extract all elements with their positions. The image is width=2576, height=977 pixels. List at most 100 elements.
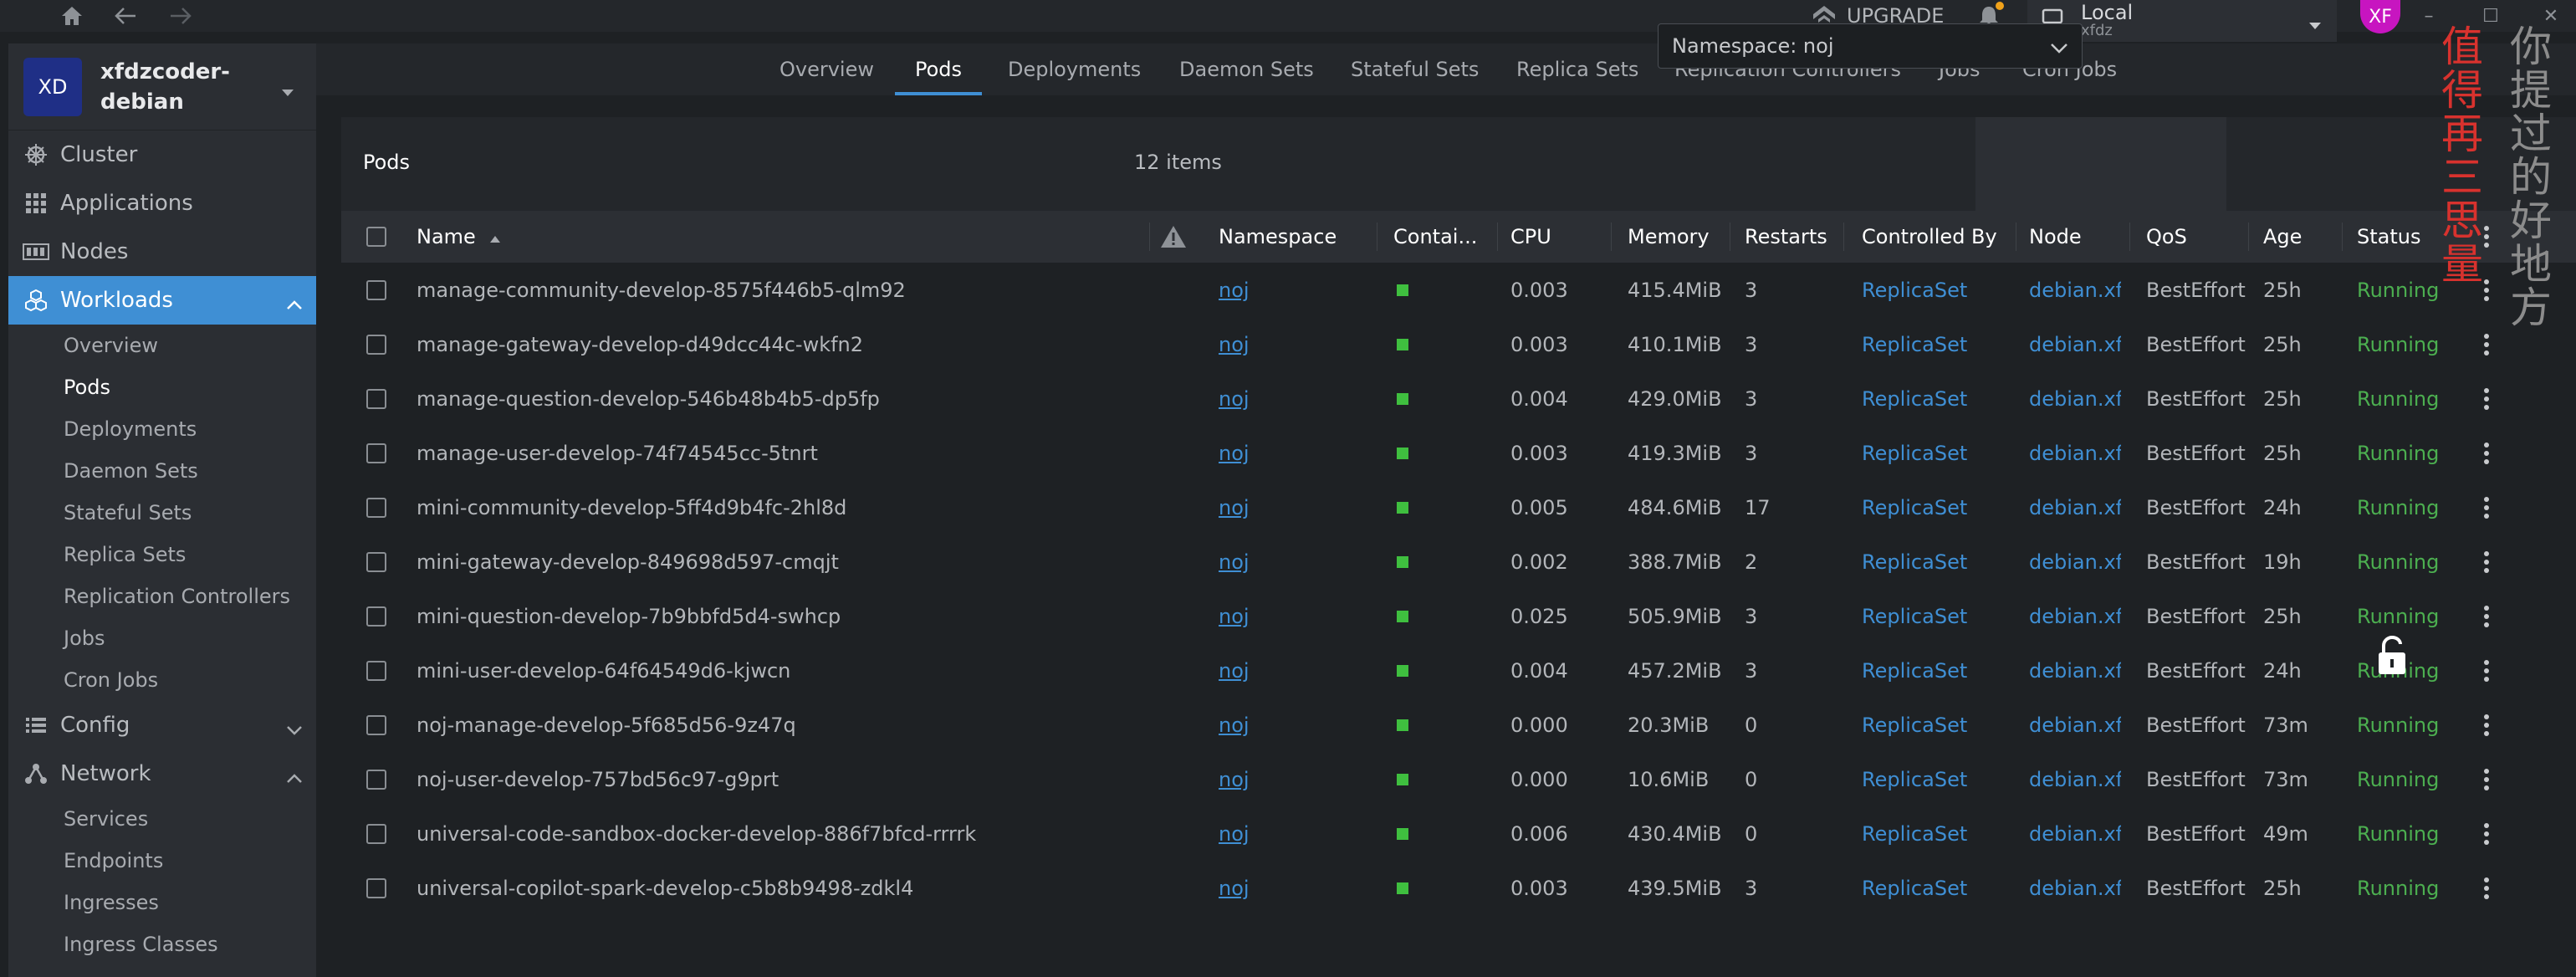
column-cpu[interactable]: CPU: [1510, 211, 1551, 263]
cell-controlled-by-link[interactable]: ReplicaSet: [1862, 317, 1967, 371]
tab-pods[interactable]: Pods: [894, 43, 983, 95]
row-checkbox[interactable]: [366, 752, 386, 806]
sidebar-item-nodes[interactable]: Nodes: [8, 228, 316, 276]
tab-replica-sets[interactable]: Replica Sets: [1516, 43, 1638, 95]
row-checkbox[interactable]: [366, 698, 386, 752]
cell-controlled-by-link[interactable]: ReplicaSet: [1862, 752, 1967, 806]
cell-namespace-link[interactable]: noj: [1219, 806, 1250, 861]
row-menu-kebab-icon[interactable]: [2484, 861, 2489, 915]
sidebar-subitem-overview[interactable]: Overview: [8, 325, 316, 366]
cell-controlled-by-link[interactable]: ReplicaSet: [1862, 371, 1967, 426]
cell-node-link[interactable]: debian.xfc: [2029, 317, 2121, 371]
caret-down-icon[interactable]: [281, 79, 294, 102]
cell-controlled-by-link[interactable]: ReplicaSet: [1862, 480, 1967, 535]
table-row[interactable]: manage-community-develop-8575f446b5-qlm9…: [341, 263, 2576, 317]
table-row[interactable]: mini-question-develop-7b9bbfd5d4-swhcp no…: [341, 589, 2576, 643]
table-row[interactable]: universal-code-sandbox-docker-develop-88…: [341, 806, 2576, 861]
warning-column-icon[interactable]: [1159, 211, 1188, 263]
row-checkbox[interactable]: [366, 263, 386, 317]
cell-node-link[interactable]: debian.xfc: [2029, 806, 2121, 861]
column-namespace[interactable]: Namespace: [1219, 211, 1337, 263]
sidebar-item-config[interactable]: Config: [8, 701, 316, 749]
table-row[interactable]: manage-question-develop-546b48b4b5-dp5fp…: [341, 371, 2576, 426]
row-menu-kebab-icon[interactable]: [2484, 643, 2489, 698]
chevron-down-icon[interactable]: [286, 716, 303, 741]
sidebar-subitem-stateful-sets[interactable]: Stateful Sets: [8, 492, 316, 534]
table-row[interactable]: mini-community-develop-5ff4d9b4fc-2hl8d n…: [341, 480, 2576, 535]
cell-controlled-by-link[interactable]: ReplicaSet: [1862, 861, 1967, 915]
row-menu-kebab-icon[interactable]: [2484, 317, 2489, 371]
table-row[interactable]: noj-user-develop-757bd56c97-g9prt noj 0.00…: [341, 752, 2576, 806]
cell-controlled-by-link[interactable]: ReplicaSet: [1862, 263, 1967, 317]
cell-controlled-by-link[interactable]: ReplicaSet: [1862, 426, 1967, 480]
sidebar-subitem-ingress-classes[interactable]: Ingress Classes: [8, 923, 316, 965]
row-menu-kebab-icon[interactable]: [2484, 480, 2489, 535]
chevron-up-icon[interactable]: [286, 291, 303, 316]
sidebar-item-workloads[interactable]: Workloads: [8, 276, 316, 325]
cell-namespace-link[interactable]: noj: [1219, 752, 1250, 806]
table-row[interactable]: universal-copilot-spark-develop-c5b8b949…: [341, 861, 2576, 915]
sidebar-subitem-pods[interactable]: Pods: [8, 366, 316, 408]
cell-node-link[interactable]: debian.xfc: [2029, 263, 2121, 317]
cell-controlled-by-link[interactable]: ReplicaSet: [1862, 698, 1967, 752]
row-menu-kebab-icon[interactable]: [2484, 426, 2489, 480]
row-menu-kebab-icon[interactable]: [2484, 589, 2489, 643]
row-menu-kebab-icon[interactable]: [2484, 371, 2489, 426]
table-row[interactable]: mini-gateway-develop-849698d597-cmqjt noj…: [341, 535, 2576, 589]
tab-overview[interactable]: Overview: [779, 43, 874, 95]
column-restarts[interactable]: Restarts: [1745, 211, 1827, 263]
cell-namespace-link[interactable]: noj: [1219, 371, 1250, 426]
cell-namespace-link[interactable]: noj: [1219, 535, 1250, 589]
column-status[interactable]: Status: [2357, 211, 2420, 263]
table-row[interactable]: noj-manage-develop-5f685d56-9z47q noj 0.00…: [341, 698, 2576, 752]
cell-namespace-link[interactable]: noj: [1219, 317, 1250, 371]
column-memory[interactable]: Memory: [1628, 211, 1710, 263]
column-node[interactable]: Node: [2029, 211, 2082, 263]
chevron-up-icon[interactable]: [286, 765, 303, 790]
row-checkbox[interactable]: [366, 806, 386, 861]
cell-namespace-link[interactable]: noj: [1219, 480, 1250, 535]
sidebar-subitem-replication-controllers[interactable]: Replication Controllers: [8, 575, 316, 617]
row-menu-kebab-icon[interactable]: [2484, 698, 2489, 752]
cluster-header[interactable]: XD xfdzcoder-debian: [8, 43, 316, 130]
column-qos[interactable]: QoS: [2146, 211, 2187, 263]
tab-stateful-sets[interactable]: Stateful Sets: [1351, 43, 1479, 95]
cell-namespace-link[interactable]: noj: [1219, 698, 1250, 752]
row-checkbox[interactable]: [366, 861, 386, 915]
back-arrow-icon[interactable]: [109, 0, 142, 32]
cell-node-link[interactable]: debian.xfc: [2029, 480, 2121, 535]
cell-controlled-by-link[interactable]: ReplicaSet: [1862, 643, 1967, 698]
cell-node-link[interactable]: debian.xfc: [2029, 643, 2121, 698]
cell-namespace-link[interactable]: noj: [1219, 589, 1250, 643]
namespace-select[interactable]: Namespace: noj: [1658, 23, 2083, 69]
row-checkbox[interactable]: [366, 317, 386, 371]
sidebar-subitem-ingresses[interactable]: Ingresses: [8, 882, 316, 923]
cell-node-link[interactable]: debian.xfc: [2029, 752, 2121, 806]
sidebar-subitem-daemon-sets[interactable]: Daemon Sets: [8, 450, 316, 492]
sidebar-subitem-replica-sets[interactable]: Replica Sets: [8, 534, 316, 575]
row-checkbox[interactable]: [366, 426, 386, 480]
row-checkbox[interactable]: [366, 589, 386, 643]
sidebar-subitem-endpoints[interactable]: Endpoints: [8, 840, 316, 882]
tab-daemon-sets[interactable]: Daemon Sets: [1179, 43, 1314, 95]
sidebar-item-cluster[interactable]: Cluster: [8, 130, 316, 179]
column-age[interactable]: Age: [2263, 211, 2302, 263]
sidebar-subitem-services[interactable]: Services: [8, 798, 316, 840]
row-checkbox[interactable]: [366, 480, 386, 535]
table-row[interactable]: manage-gateway-develop-d49dcc44c-wkfn2 no…: [341, 317, 2576, 371]
cell-node-link[interactable]: debian.xfc: [2029, 861, 2121, 915]
tab-deployments[interactable]: Deployments: [1008, 43, 1141, 95]
table-row[interactable]: mini-user-develop-64f64549d6-kjwcn noj 0.0…: [341, 643, 2576, 698]
cell-node-link[interactable]: debian.xfc: [2029, 371, 2121, 426]
row-checkbox[interactable]: [366, 535, 386, 589]
column-name[interactable]: Name: [417, 211, 501, 263]
sidebar-item-network[interactable]: Network: [8, 749, 316, 798]
select-all-checkbox[interactable]: [366, 211, 386, 263]
sidebar-subitem-deployments[interactable]: Deployments: [8, 408, 316, 450]
row-menu-kebab-icon[interactable]: [2484, 752, 2489, 806]
sidebar-subitem-jobs[interactable]: Jobs: [8, 617, 316, 659]
cell-controlled-by-link[interactable]: ReplicaSet: [1862, 806, 1967, 861]
cell-node-link[interactable]: debian.xfc: [2029, 426, 2121, 480]
cell-namespace-link[interactable]: noj: [1219, 263, 1250, 317]
sidebar-subitem-cron-jobs[interactable]: Cron Jobs: [8, 659, 316, 701]
